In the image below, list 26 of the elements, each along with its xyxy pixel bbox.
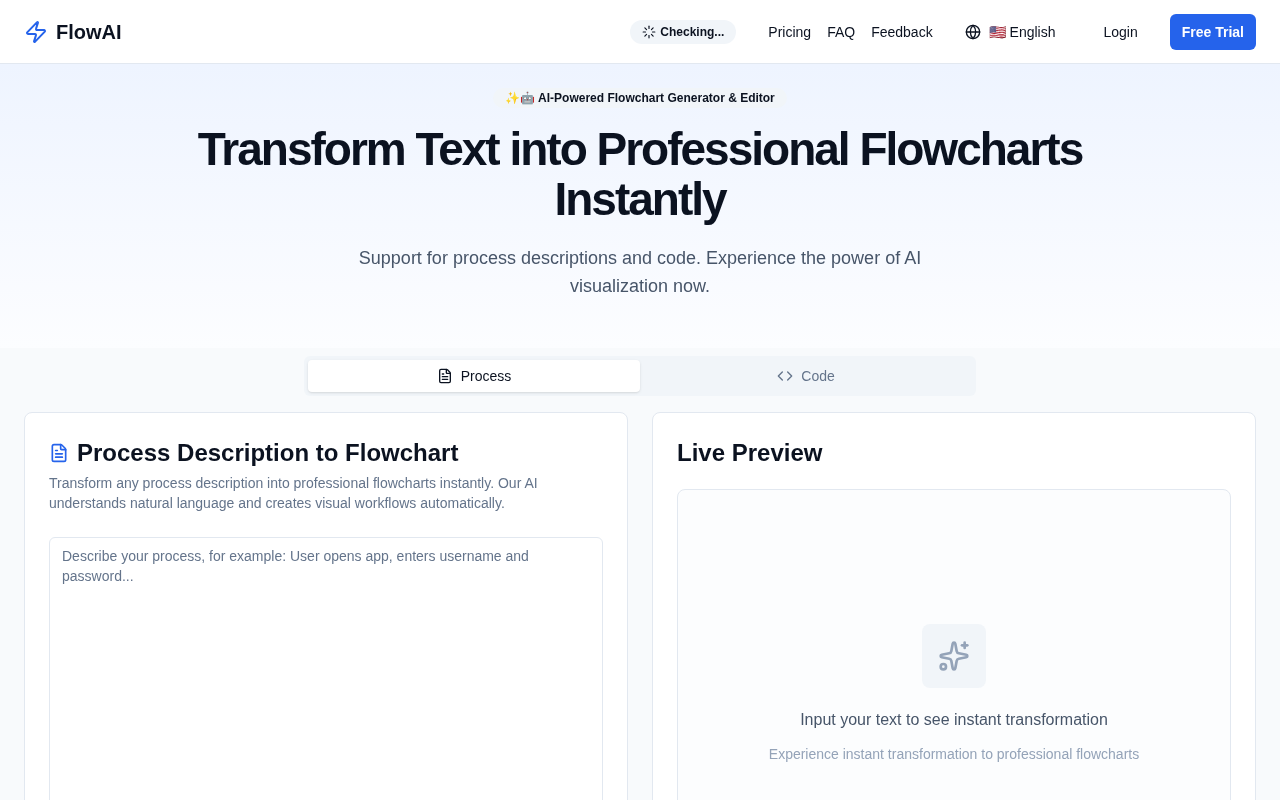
login-button[interactable]: Login — [1087, 13, 1154, 50]
code-icon — [777, 368, 794, 384]
hero-subtitle: Support for process descriptions and code. Experience the power of AI visualization now. — [357, 247, 923, 298]
nav-link[interactable]: Feedback — [871, 21, 933, 42]
panel-title: Process Description to Flowchart — [77, 438, 459, 468]
hero-badge: ✨🤖 AI-Powered Flowchart Generator & Editor — [493, 88, 787, 108]
process-input-field[interactable]: Describe your process, for example: User opens app, enters username and password... — [49, 537, 603, 800]
document-icon — [436, 368, 453, 384]
nav-link[interactable]: Pricing — [768, 21, 812, 42]
tab[interactable]: Process — [308, 360, 640, 392]
status-pill: Checking... — [630, 19, 737, 44]
bolt-icon — [24, 19, 48, 44]
tab[interactable]: Code — [640, 360, 972, 392]
hero-title: Transform Text into Professional Flowcharts Instantly — [196, 124, 1084, 224]
globe-icon — [964, 23, 981, 40]
panel-description: Transform any process description into professional flowcharts instantly. Our AI understands natural language and creates visual workflows automatically. — [49, 474, 539, 513]
panel-title: Live Preview — [677, 438, 824, 468]
empty-subtitle: Experience instant transformation to professional flowcharts — [768, 745, 1140, 764]
nav-link[interactable]: FAQ — [827, 21, 856, 42]
language-button[interactable]: 🇺🇸 English — [964, 21, 1056, 42]
spinner-icon — [642, 24, 657, 39]
sparkles-icon — [922, 624, 986, 688]
free-trial-button[interactable]: Free Trial — [1169, 13, 1256, 50]
empty-title: Input your text to see instant transformation — [800, 710, 1108, 730]
brand-name: FlowAI — [56, 19, 122, 45]
document-icon — [49, 443, 69, 463]
